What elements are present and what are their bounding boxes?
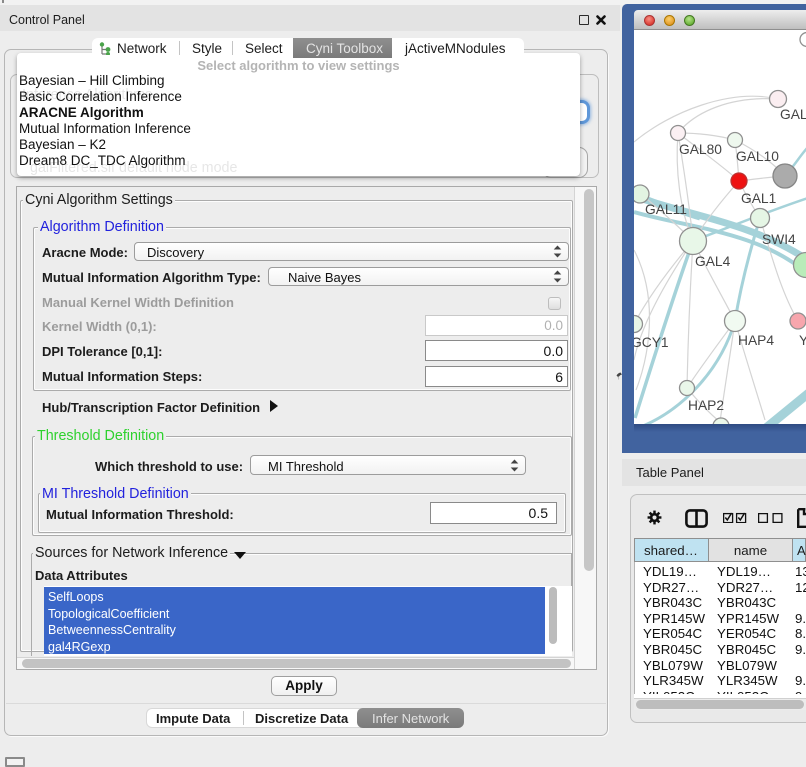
svg-text:GAL80: GAL80 — [679, 142, 722, 157]
svg-text:GAL1: GAL1 — [741, 191, 776, 206]
svg-text:GAL: GAL — [780, 107, 806, 122]
svg-text:HAP2: HAP2 — [688, 398, 724, 413]
svg-text:GAL11: GAL11 — [645, 202, 687, 217]
svg-text:GAL4: GAL4 — [695, 254, 731, 269]
svg-text:Y: Y — [799, 333, 806, 348]
svg-text:GCY1: GCY1 — [634, 335, 669, 350]
svg-text:SWI4: SWI4 — [762, 232, 796, 247]
svg-text:GAL10: GAL10 — [736, 149, 779, 164]
svg-text:HAP4: HAP4 — [738, 333, 774, 348]
